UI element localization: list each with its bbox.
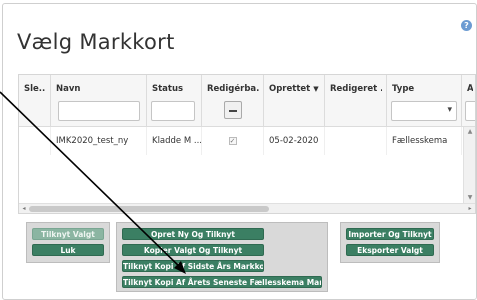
cell-oprettet: 05-02-2020 — [264, 127, 325, 155]
sort-desc-icon: ▼ — [313, 85, 319, 93]
redigerbar-filter-toggle[interactable] — [224, 101, 242, 119]
column-header-select[interactable]: Sle... — [19, 75, 51, 127]
column-label-navn: Navn — [56, 84, 81, 94]
kopier-valgt-button[interactable]: Kopier Valgt Og Tilknyt — [122, 244, 264, 256]
type-filter-select[interactable] — [391, 101, 457, 121]
button-group-import-export: Importer Og Tilknyt Eksporter Valgt — [340, 222, 440, 263]
opret-ny-button[interactable]: Opret Ny Og Tilknyt — [122, 228, 264, 240]
column-header-status[interactable]: Status — [147, 75, 202, 127]
column-header-type[interactable]: Type — [387, 75, 462, 127]
button-group-create: Opret Ny Og Tilknyt Kopier Valgt Og Tilk… — [116, 222, 328, 292]
tilknyt-valgt-button[interactable]: Tilknyt Valgt — [32, 228, 104, 240]
table-row[interactable]: IMK2020_test_ny Kladde M ... ✓ 05-02-202… — [19, 127, 475, 155]
markkort-grid: Sle... Navn Status Redigérba... Oprettet… — [18, 74, 476, 214]
cell-redigeret — [325, 127, 387, 155]
column-label-select: Sle... — [24, 84, 46, 94]
cell-status: Kladde M ... — [147, 127, 202, 155]
column-header-oprettet[interactable]: Oprettet ▼ — [264, 75, 325, 127]
column-label-oprettet: Oprettet ▼ — [269, 84, 320, 94]
cell-navn: IMK2020_test_ny — [51, 127, 147, 155]
horizontal-scroll-thumb[interactable] — [29, 206, 269, 212]
scroll-up-icon[interactable]: ▲ — [464, 127, 475, 137]
column-label-aar: År — [467, 84, 473, 94]
column-header-redigeret[interactable]: Redigeret ... — [325, 75, 387, 127]
column-label-redigeret: Redigeret ... — [330, 84, 382, 94]
tilknyt-kopi-seneste-button[interactable]: Tilknyt Kopi Af Årets Seneste Fællesskem… — [122, 276, 322, 288]
cell-redigerbar: ✓ — [202, 127, 264, 155]
importer-button[interactable]: Importer Og Tilknyt — [346, 228, 434, 240]
grid-header-row: Sle... Navn Status Redigérba... Oprettet… — [19, 75, 475, 127]
column-header-redigerbar[interactable]: Redigérba... — [202, 75, 264, 127]
eksporter-button[interactable]: Eksporter Valgt — [346, 244, 434, 256]
status-filter-input[interactable] — [151, 101, 195, 121]
cell-select[interactable] — [19, 127, 51, 155]
aar-filter-input[interactable] — [465, 101, 475, 121]
redigerbar-checkbox: ✓ — [228, 136, 237, 145]
scroll-right-icon[interactable]: ▸ — [465, 204, 475, 213]
tilknyt-kopi-sidste-button[interactable]: Tilknyt Kopi Af Sidste Års Markkort — [122, 260, 264, 272]
column-label-type: Type — [392, 84, 415, 94]
dialog-window: Vælg Markkort ? Sle... Navn Status Redig… — [2, 3, 477, 300]
scroll-down-icon[interactable]: ▼ — [464, 193, 475, 203]
horizontal-scrollbar[interactable]: ◂ ▸ — [19, 203, 475, 213]
help-icon[interactable]: ? — [461, 20, 472, 31]
cell-type: Fællesskema — [387, 127, 462, 155]
column-header-navn[interactable]: Navn — [51, 75, 147, 127]
dialog-title: Vælg Markkort — [17, 30, 175, 54]
luk-button[interactable]: Luk — [32, 244, 104, 256]
column-label-redigerbar: Redigérba... — [207, 84, 259, 94]
vertical-scrollbar[interactable]: ▲ ▼ — [463, 127, 475, 203]
column-header-aar[interactable]: År — [462, 75, 475, 127]
navn-filter-input[interactable] — [58, 101, 140, 121]
button-group-main: Tilknyt Valgt Luk — [26, 222, 110, 263]
column-label-oprettet-text: Oprettet — [269, 84, 311, 94]
scroll-left-icon[interactable]: ◂ — [19, 204, 29, 213]
column-label-status: Status — [152, 84, 184, 94]
